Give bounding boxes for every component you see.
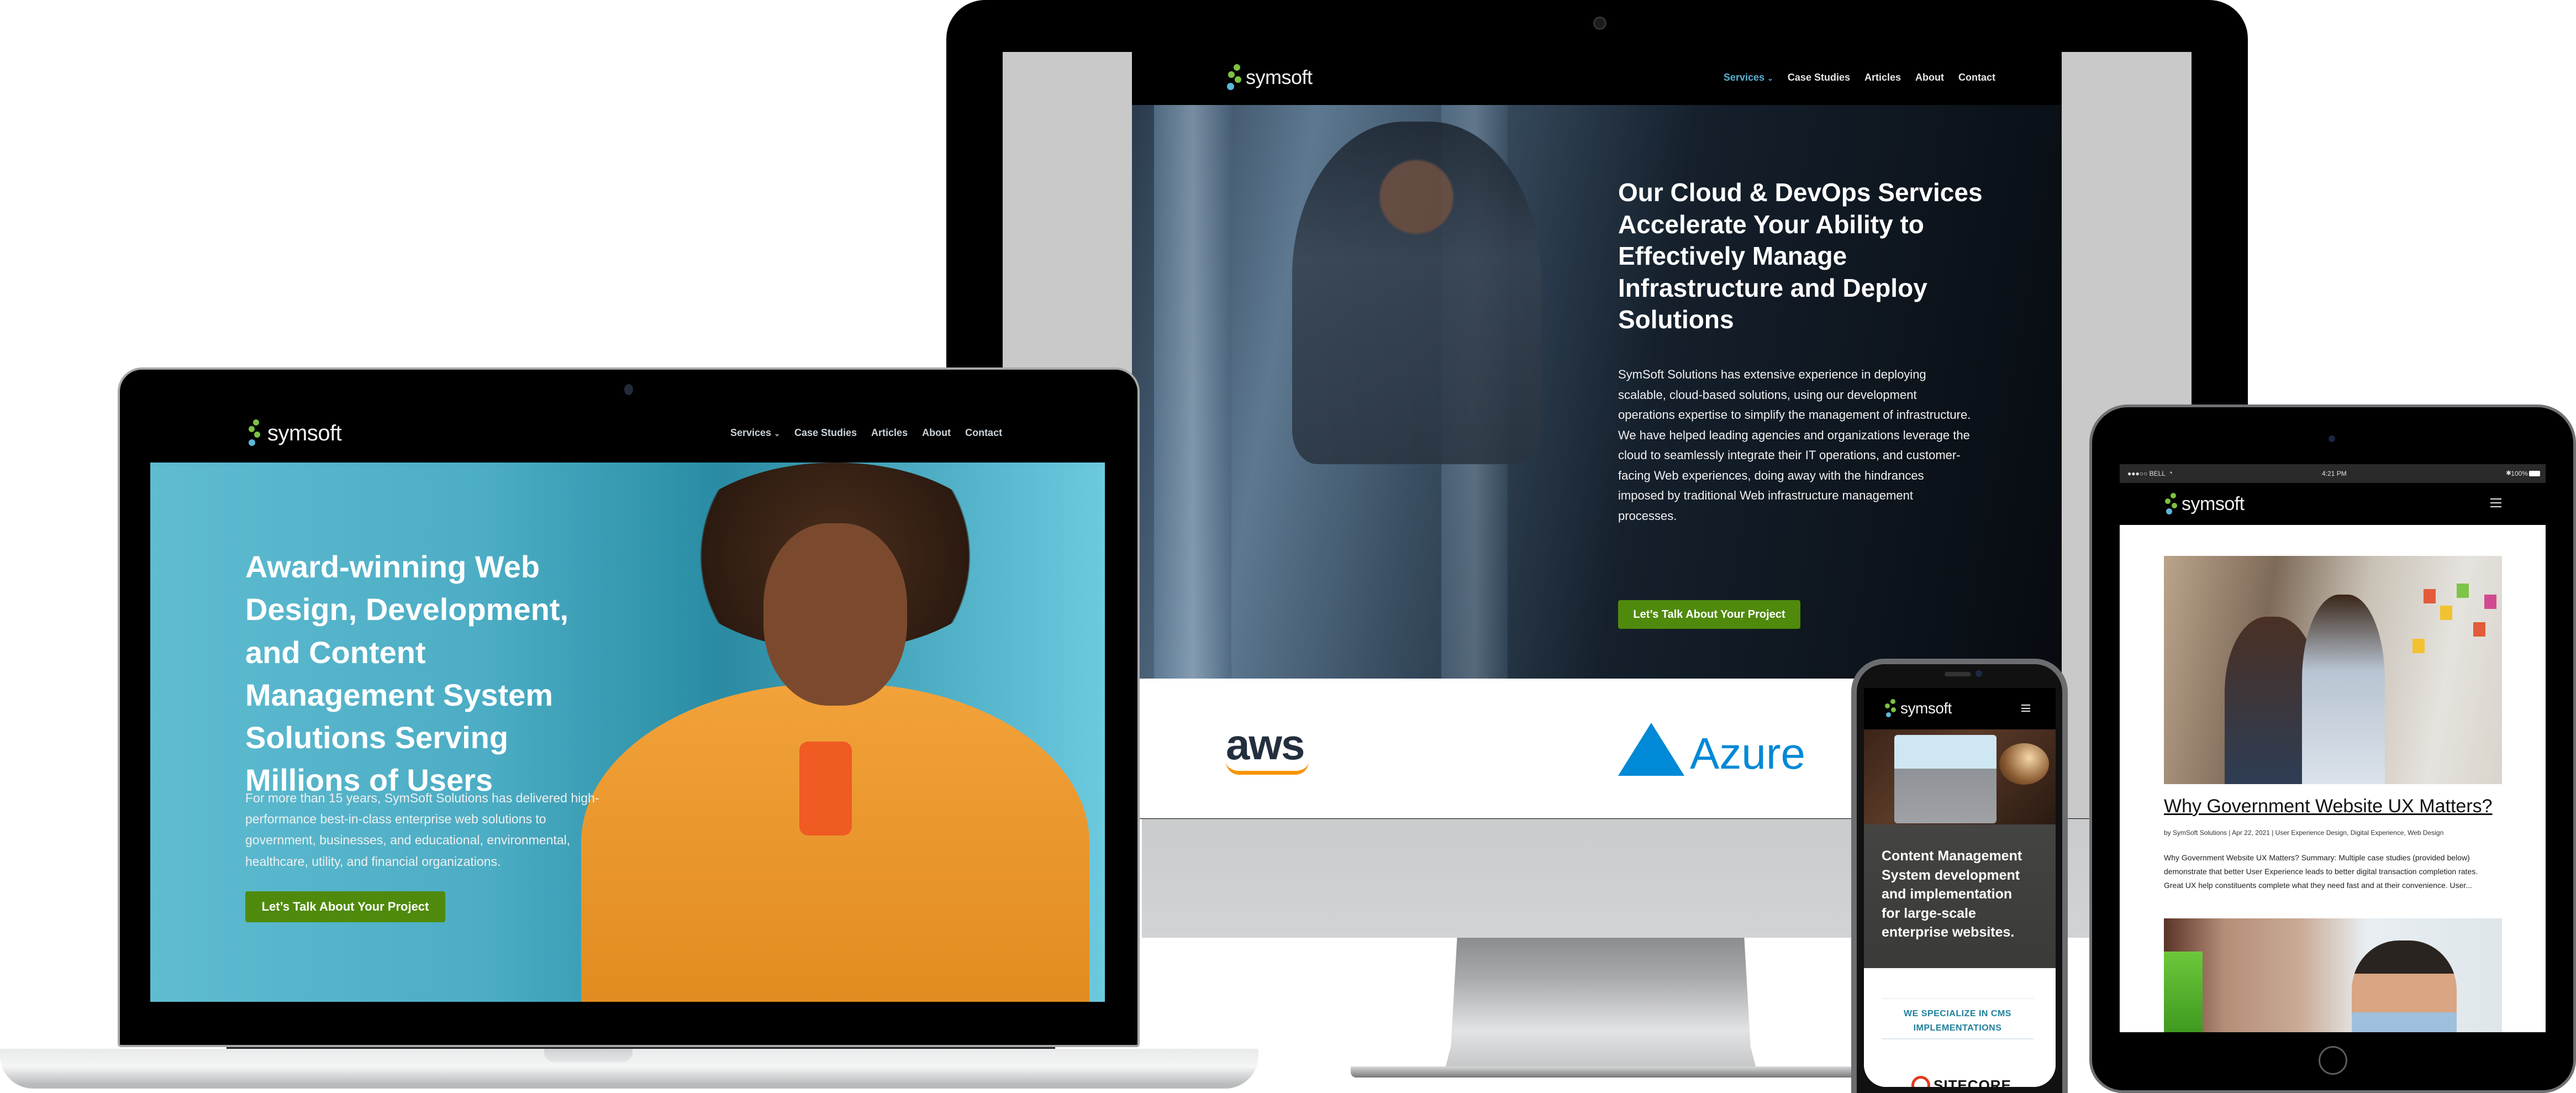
symsoft-logo-icon <box>1885 699 1897 718</box>
nav-item-case-studies[interactable]: Case Studies <box>1788 72 1850 83</box>
article-title-link[interactable]: Why Government Website UX Matters? <box>2164 796 2493 817</box>
tablet-webpage: ●●●○○ BELL ◔ 4:21 PM ✱ 100% symsoft Why … <box>2120 464 2546 1032</box>
cta-button[interactable]: Let’s Talk About Your Project <box>245 891 445 922</box>
sitecore-icon <box>1911 1076 1930 1087</box>
nav-item-articles[interactable]: Articles <box>871 427 908 439</box>
article-image-team[interactable] <box>2164 556 2502 784</box>
wifi-icon: ◔ <box>2168 469 2173 477</box>
section-heading: WE SPECIALIZE IN CMS IMPLEMENTATIONS <box>1904 1009 2011 1033</box>
chevron-down-icon: ⌄ <box>774 429 780 438</box>
logo-wordmark: symsoft <box>267 421 342 445</box>
carrier-signal: ●●●○○ BELL <box>2127 470 2166 477</box>
main-nav: Services ⌄ Case Studies Articles About C… <box>1724 72 1995 83</box>
phone-speaker <box>1945 672 1971 676</box>
hero-section: Our Cloud & DevOps Services Accelerate Y… <box>1132 105 2062 679</box>
site-header: symsoft Services ⌄ Case Studies Articles… <box>1132 52 2062 105</box>
main-nav: Services ⌄ Case Studies Articles About C… <box>730 427 1002 439</box>
aws-logo[interactable]: aws <box>1226 723 1320 784</box>
sitecore-logo[interactable]: SITECORE <box>1911 1076 2011 1087</box>
nav-item-articles[interactable]: Articles <box>1864 72 1901 83</box>
hero-photo-engineer <box>1292 122 1541 464</box>
nav-item-case-studies[interactable]: Case Studies <box>794 427 857 439</box>
hero-title: Content Management System development an… <box>1882 848 2022 940</box>
logo-wordmark: symsoft <box>1900 700 1952 717</box>
site-logo[interactable]: symsoft <box>1227 64 1313 91</box>
site-header: symsoft <box>1864 688 2056 729</box>
logo-wordmark: symsoft <box>2182 493 2245 514</box>
chevron-down-icon: ⌄ <box>1767 74 1773 82</box>
status-time: 4:21 PM <box>2322 470 2347 477</box>
site-logo[interactable]: symsoft <box>249 419 342 447</box>
symsoft-logo-icon <box>249 419 264 447</box>
hero-description: SymSoft Solutions has extensive experien… <box>1618 367 1971 523</box>
home-button[interactable] <box>2319 1046 2347 1075</box>
nav-item-contact[interactable]: Contact <box>1958 72 1995 83</box>
hamburger-menu-icon[interactable] <box>2490 498 2501 507</box>
webcam-icon <box>1593 17 1606 30</box>
battery-icon <box>2529 471 2540 476</box>
site-logo[interactable]: symsoft <box>1885 699 1952 718</box>
site-header: symsoft Services ⌄ Case Studies Articles… <box>150 405 1105 463</box>
nav-item-services[interactable]: Services ⌄ <box>730 427 780 439</box>
nav-item-contact[interactable]: Contact <box>965 427 1002 439</box>
phone-webpage: symsoft Content Management System develo… <box>1864 688 2056 1087</box>
symsoft-logo-icon <box>1227 64 1242 91</box>
nav-item-about[interactable]: About <box>922 427 951 439</box>
webcam-icon <box>2329 435 2335 442</box>
logo-wordmark: symsoft <box>1246 66 1313 88</box>
laptop-opening-notch <box>544 1049 633 1062</box>
article-excerpt: Why Government Website UX Matters? Summa… <box>2164 853 2478 890</box>
divider <box>1882 1038 2034 1039</box>
laptop-webpage: symsoft Services ⌄ Case Studies Articles… <box>150 405 1105 1002</box>
azure-logo[interactable]: Azure <box>1618 723 1805 776</box>
hero-section: Content Management System development an… <box>1864 824 2056 968</box>
battery-percent: 100% <box>2511 470 2528 477</box>
symsoft-logo-icon <box>2165 493 2178 515</box>
article-image-video-call[interactable] <box>2164 918 2502 1032</box>
desktop-monitor-stand <box>1445 938 1757 1070</box>
azure-icon <box>1618 723 1684 776</box>
hero-section: Award-winning Web Design, Development, a… <box>150 463 1105 1002</box>
site-logo[interactable]: symsoft <box>2165 493 2245 515</box>
smartphone-illustration <box>799 742 852 835</box>
webcam-icon <box>1976 670 1982 677</box>
hero-title: Award-winning Web Design, Development, a… <box>245 549 569 798</box>
article-meta: by SymSoft Solutions | Apr 22, 2021 | Us… <box>2164 829 2444 837</box>
cta-button[interactable]: Let’s Talk About Your Project <box>1618 600 1800 629</box>
hero-photo-woman <box>581 684 1089 1002</box>
webcam-icon <box>624 384 633 395</box>
status-bar: ●●●○○ BELL ◔ 4:21 PM ✱ 100% <box>2120 464 2546 483</box>
hamburger-menu-icon[interactable] <box>2021 705 2030 712</box>
site-header: symsoft <box>2120 483 2546 525</box>
cms-section: WE SPECIALIZE IN CMS IMPLEMENTATIONS SIT… <box>1864 968 2056 1087</box>
nav-item-services[interactable]: Services ⌄ <box>1724 72 1773 83</box>
hero-description: For more than 15 years, SymSoft Solution… <box>245 791 599 869</box>
nav-item-about[interactable]: About <box>1915 72 1944 83</box>
desktop-monitor-foot <box>1351 1066 1881 1078</box>
hero-title: Our Cloud & DevOps Services Accelerate Y… <box>1618 178 1983 334</box>
